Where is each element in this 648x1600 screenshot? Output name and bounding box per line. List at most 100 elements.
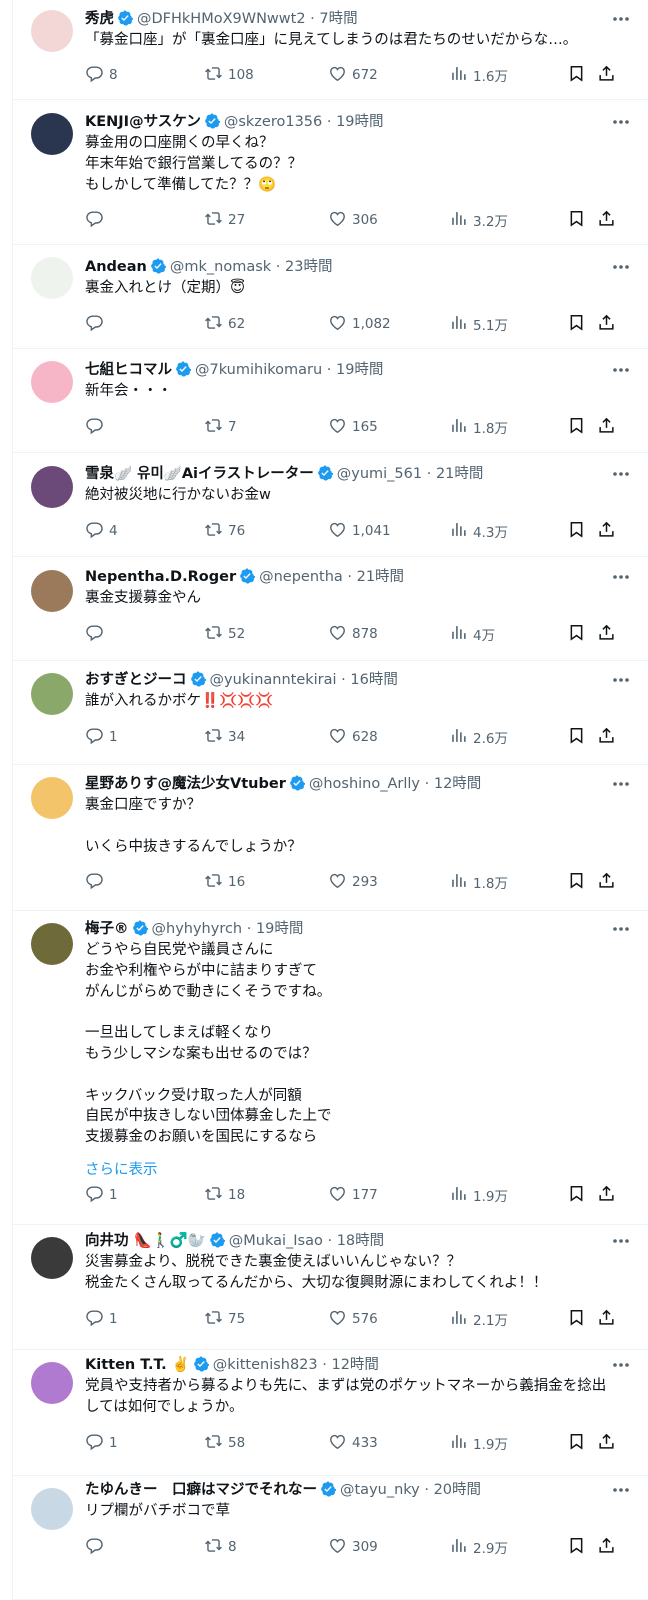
share-button[interactable]: [597, 209, 621, 231]
views-button[interactable]: 3.2万: [449, 209, 508, 231]
avatar[interactable]: [31, 570, 73, 612]
reply-button[interactable]: 1: [85, 1308, 118, 1330]
retweet-button[interactable]: 58: [204, 1432, 245, 1454]
timestamp[interactable]: 21時間: [436, 466, 483, 482]
tweet-item[interactable]: 雪泉🪽 유미🪽Aiイラストレーター @yumi_561 · 21時間 絶対被災地に…: [13, 453, 648, 557]
display-name[interactable]: 雪泉🪽 유미🪽Aiイラストレーター: [85, 466, 314, 482]
tweet-item[interactable]: 七組ヒコマル @7kumihikomaru · 19時間 新年会・・・ 7 165…: [13, 349, 648, 453]
bookmark-button[interactable]: [567, 64, 591, 86]
display-name[interactable]: KENJI@サスケン: [85, 114, 201, 130]
like-button[interactable]: 177: [328, 1184, 378, 1206]
avatar[interactable]: [31, 1488, 73, 1530]
retweet-button[interactable]: 34: [204, 726, 245, 748]
like-button[interactable]: 433: [328, 1432, 378, 1454]
bookmark-button[interactable]: [567, 1184, 591, 1206]
share-button[interactable]: [597, 726, 621, 748]
display-name[interactable]: 星野ありす@魔法少女Vtuber: [85, 776, 286, 792]
timestamp[interactable]: 19時間: [336, 114, 383, 130]
share-button[interactable]: [597, 1184, 621, 1206]
user-handle[interactable]: @yukinanntekirai: [210, 672, 337, 688]
share-button[interactable]: [597, 416, 621, 438]
bookmark-button[interactable]: [567, 726, 591, 748]
like-button[interactable]: 309: [328, 1536, 378, 1558]
tweet-item[interactable]: おすぎとジーコ @yukinanntekirai · 16時間 誰が入れるかボケ‼…: [13, 661, 648, 765]
reply-button[interactable]: 1: [85, 1184, 118, 1206]
bookmark-button[interactable]: [567, 623, 591, 645]
retweet-button[interactable]: 27: [204, 209, 245, 231]
reply-button[interactable]: 8: [85, 64, 118, 86]
avatar[interactable]: [31, 673, 73, 715]
user-handle[interactable]: @DFHkHMoX9WNwwt2: [137, 11, 306, 27]
reply-button[interactable]: [85, 623, 109, 645]
views-button[interactable]: 5.1万: [449, 313, 508, 335]
user-handle[interactable]: @kittenish823: [213, 1357, 318, 1373]
views-button[interactable]: 2.1万: [449, 1308, 508, 1330]
reply-button[interactable]: 1: [85, 726, 118, 748]
more-icon[interactable]: [609, 919, 633, 939]
avatar[interactable]: [31, 777, 73, 819]
share-button[interactable]: [597, 64, 621, 86]
views-button[interactable]: 1.8万: [449, 871, 508, 893]
views-button[interactable]: 1.9万: [449, 1432, 508, 1454]
views-button[interactable]: 2.6万: [449, 726, 508, 748]
timestamp[interactable]: 12時間: [434, 776, 481, 792]
user-handle[interactable]: @nepentha: [259, 569, 343, 585]
user-handle[interactable]: @yumi_561: [337, 466, 422, 482]
views-button[interactable]: 4万: [449, 623, 495, 645]
like-button[interactable]: 165: [328, 416, 378, 438]
retweet-button[interactable]: 76: [204, 520, 245, 542]
display-name[interactable]: 七組ヒコマル: [85, 362, 172, 378]
display-name[interactable]: たゆんきー 口癖はマジでそれなー: [85, 1482, 317, 1498]
more-icon[interactable]: [609, 112, 633, 132]
display-name[interactable]: 梅子®: [85, 921, 129, 937]
user-handle[interactable]: @tayu_nky: [340, 1482, 420, 1498]
like-button[interactable]: 672: [328, 64, 378, 86]
avatar[interactable]: [31, 361, 73, 403]
more-icon[interactable]: [609, 1355, 633, 1375]
timestamp[interactable]: 21時間: [357, 569, 404, 585]
like-button[interactable]: 628: [328, 726, 378, 748]
avatar[interactable]: [31, 1362, 73, 1404]
timestamp[interactable]: 18時間: [337, 1233, 384, 1249]
user-handle[interactable]: @Mukai_Isao: [229, 1233, 323, 1249]
avatar[interactable]: [31, 1237, 73, 1279]
share-button[interactable]: [597, 1432, 621, 1454]
reply-button[interactable]: [85, 871, 109, 893]
like-button[interactable]: 293: [328, 871, 378, 893]
avatar[interactable]: [31, 923, 73, 965]
tweet-item[interactable]: KENJI@サスケン @skzero1356 · 19時間 募金用の口座開くの早く…: [13, 100, 648, 245]
more-icon[interactable]: [609, 670, 633, 690]
timestamp[interactable]: 12時間: [331, 1357, 378, 1373]
timestamp[interactable]: 23時間: [285, 259, 332, 275]
more-icon[interactable]: [609, 774, 633, 794]
bookmark-button[interactable]: [567, 1432, 591, 1454]
bookmark-button[interactable]: [567, 1308, 591, 1330]
tweet-item[interactable]: 向井功 👠🚶‍♂️♂️🦭 @Mukai_Isao · 18時間 災害募金より、脱税…: [13, 1225, 648, 1350]
tweet-item[interactable]: 梅子® @hyhyhyrch · 19時間 どうやら自民党や議員さんに お金や利権…: [13, 911, 648, 1225]
share-button[interactable]: [597, 1308, 621, 1330]
bookmark-button[interactable]: [567, 520, 591, 542]
tweet-item[interactable]: Kitten T.T. ✌️ @kittenish823 · 12時間 党員や支持…: [13, 1350, 648, 1476]
reply-button[interactable]: [85, 416, 109, 438]
user-handle[interactable]: @skzero1356: [224, 114, 322, 130]
timestamp[interactable]: 19時間: [256, 921, 303, 937]
avatar[interactable]: [31, 113, 73, 155]
user-handle[interactable]: @7kumihikomaru: [195, 362, 322, 378]
show-more-link[interactable]: さらに表示: [85, 1160, 158, 1180]
more-icon[interactable]: [609, 1231, 633, 1251]
tweet-item[interactable]: 秀虎 @DFHkHMoX9WNwwt2 · 7時間 「募金口座」が「裏金口座」に見…: [13, 0, 648, 100]
share-button[interactable]: [597, 871, 621, 893]
retweet-button[interactable]: 18: [204, 1184, 245, 1206]
tweet-item[interactable]: たゆんきー 口癖はマジでそれなー @tayu_nky · 20時間 リプ欄がバチボ…: [13, 1476, 648, 1600]
share-button[interactable]: [597, 313, 621, 335]
avatar[interactable]: [31, 10, 73, 52]
display-name[interactable]: 向井功 👠🚶‍♂️♂️🦭: [85, 1233, 206, 1249]
timestamp[interactable]: 19時間: [336, 362, 383, 378]
tweet-item[interactable]: Andean @mk_nomask · 23時間 裏金入れとけ（定期）😇 62 1…: [13, 245, 648, 349]
views-button[interactable]: 1.6万: [449, 64, 508, 86]
reply-button[interactable]: 4: [85, 520, 118, 542]
more-icon[interactable]: [609, 360, 633, 380]
tweet-item[interactable]: 星野ありす@魔法少女Vtuber @hoshino_Arlly · 12時間 裏金…: [13, 765, 648, 911]
bookmark-button[interactable]: [567, 209, 591, 231]
share-button[interactable]: [597, 520, 621, 542]
